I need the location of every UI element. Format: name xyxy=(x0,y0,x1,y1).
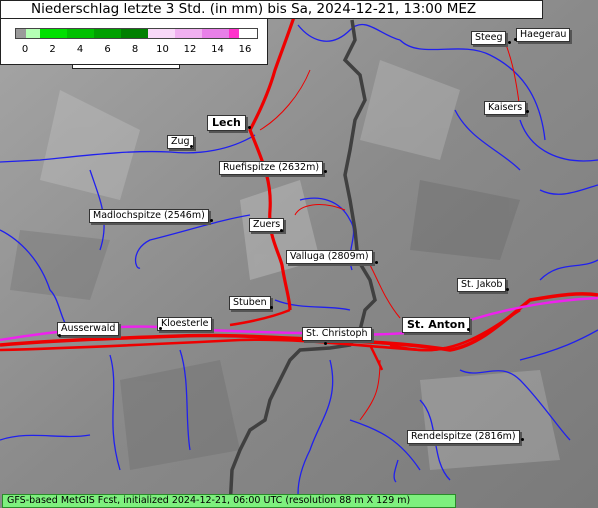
label-madlochspitze: Madlochspitze (2546m) xyxy=(89,209,209,223)
legend-tick-label: 6 xyxy=(104,44,111,55)
marker-zuers xyxy=(280,229,283,232)
legend-tick-label: 4 xyxy=(76,44,84,55)
marker-rendelspitze xyxy=(521,438,524,441)
legend-tick-label: 10 xyxy=(156,44,169,55)
legend-swatch xyxy=(148,29,175,38)
label-valluga: Valluga (2809m) xyxy=(286,250,373,264)
marker-zug xyxy=(190,145,193,148)
legend-tick-label: 12 xyxy=(183,44,197,55)
label-ruefispitze: Ruefispitze (2632m) xyxy=(219,161,324,175)
marker-steeg xyxy=(508,41,511,44)
legend-tick-label: 16 xyxy=(238,44,252,55)
marker-st-anton xyxy=(467,328,470,331)
label-ausserwald: Ausserwald xyxy=(57,322,120,336)
label-lech: Lech xyxy=(207,115,246,131)
marker-madlochspitze xyxy=(210,219,213,222)
label-kloesterle: Kloesterle xyxy=(157,317,213,331)
marker-ausserwald xyxy=(58,334,61,337)
label-rendelspitze: Rendelspitze (2816m) xyxy=(407,430,520,444)
marker-kloesterle xyxy=(159,327,162,330)
legend-swatch xyxy=(16,29,26,38)
legend-swatch xyxy=(67,29,94,38)
legend-swatch xyxy=(40,29,67,38)
legend: 0 2 4 6 8 10 12 14 16 xyxy=(0,19,268,65)
footer-credit: GFS-based MetGIS Fcst, initialized 2024-… xyxy=(2,494,456,508)
legend-swatch xyxy=(202,29,229,38)
legend-tick-label: 14 xyxy=(211,44,224,55)
legend-color-bar xyxy=(15,28,258,39)
label-st-christoph: St. Christoph xyxy=(302,327,372,341)
marker-ruefispitze xyxy=(324,170,327,173)
legend-tick-label: 0 xyxy=(21,44,29,55)
legend-swatch xyxy=(121,29,148,38)
legend-swatch xyxy=(175,29,202,38)
label-st-anton: St. Anton xyxy=(402,317,471,333)
label-steeg: Steeg xyxy=(471,31,507,45)
map-title: Niederschlag letzte 3 Std. (in mm) bis S… xyxy=(0,0,543,19)
marker-haegerau xyxy=(514,38,517,41)
marker-stuben xyxy=(270,306,273,309)
legend-swatch xyxy=(229,29,239,38)
marker-valluga xyxy=(375,261,378,264)
marker-st-christoph xyxy=(324,342,327,345)
marker-st-jakob xyxy=(506,288,509,291)
legend-tick-label: 8 xyxy=(131,44,139,55)
label-stuben: Stuben xyxy=(229,296,271,310)
legend-tick-label: 2 xyxy=(49,44,56,55)
label-haegerau: Haegerau xyxy=(516,28,571,42)
legend-tab xyxy=(72,65,180,69)
legend-swatch xyxy=(26,29,40,38)
label-st-jakob: St. Jakob xyxy=(457,278,507,292)
marker-kaisers xyxy=(526,110,529,113)
label-kaisers: Kaisers xyxy=(484,101,527,115)
legend-swatch xyxy=(94,29,121,38)
label-zuers: Zuers xyxy=(249,218,285,232)
marker-lech xyxy=(248,126,251,129)
